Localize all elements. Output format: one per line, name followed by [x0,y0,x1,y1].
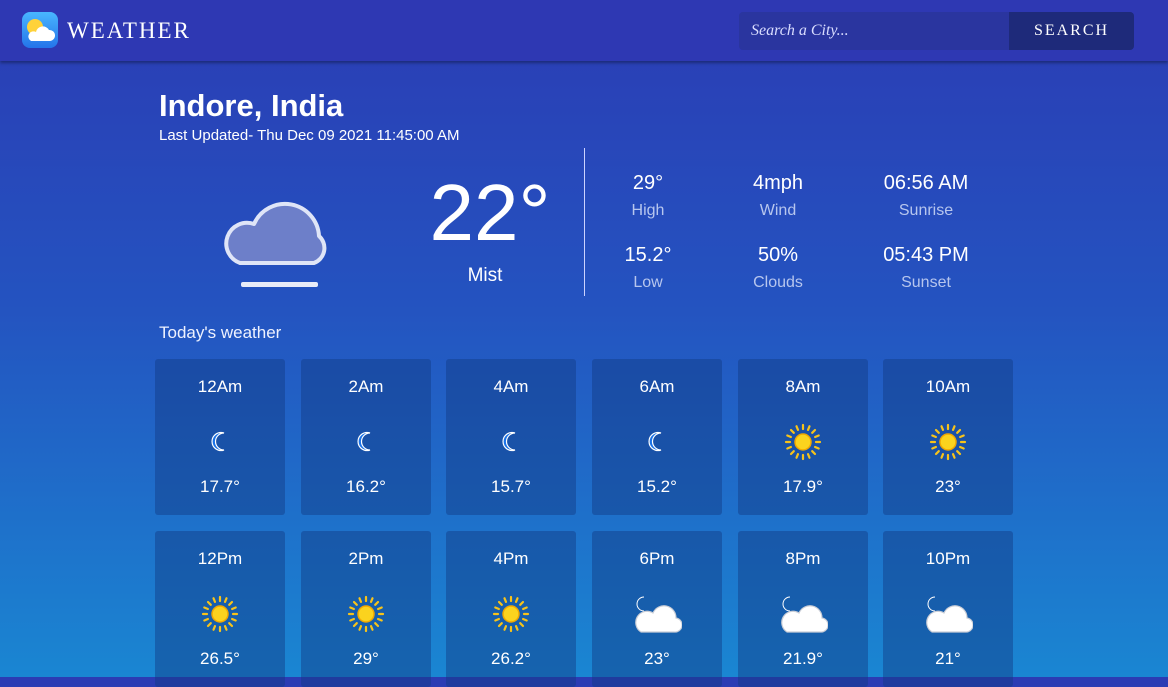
stat-sunset: 05:43 PM Sunset [846,244,1006,292]
sun-icon [486,595,536,633]
stat-label: Wind [759,202,797,219]
mist-cloud-icon [222,190,338,294]
current-temperature: 22° [429,168,551,257]
sun-icon [195,595,245,633]
hourly-time: 8Pm [785,549,821,568]
search-button[interactable]: SEARCH [1009,12,1134,50]
stat-value: 50% [757,244,799,266]
hourly-temp: 26.2° [491,649,531,668]
hourly-temp: 29° [353,649,379,668]
hourly-card: 6Am 15.2° [592,359,722,515]
hourly-time: 10Am [925,377,971,396]
stat-clouds: 50% Clouds [698,244,858,292]
hourly-card: 8Am 17.9° [738,359,868,515]
moon-icon [632,423,682,461]
moon-icon [195,423,245,461]
hourly-card: 4Pm 26.2° [446,531,576,687]
hourly-time: 12Am [197,377,243,396]
stat-label: Sunset [901,274,951,291]
hourly-card: 12Pm 26.5° [155,531,285,687]
hourly-temp: 26.5° [200,649,240,668]
hourly-time: 6Pm [639,549,675,568]
moon-icon [486,423,536,461]
hourly-time: 4Am [493,377,529,396]
hourly-card: 4Am 15.7° [446,359,576,515]
sun-icon [778,423,828,461]
hourly-temp: 23° [935,477,961,496]
hourly-section-title: Today's weather [159,323,282,342]
stat-value: 4mph [752,172,804,194]
moon-cloud-icon [778,595,829,633]
hourly-temp: 17.9° [783,477,823,496]
hourly-card: 8Pm 21.9° [738,531,868,687]
stat-sunrise: 06:56 AM Sunrise [846,172,1006,220]
stat-value: 06:56 AM [883,172,969,194]
hourly-time: 2Pm [348,549,384,568]
app-title: WEATHER [67,18,191,43]
hourly-card: 2Am 16.2° [301,359,431,515]
moon-cloud-icon [923,595,974,633]
stat-label: Sunrise [898,202,954,219]
hourly-temp: 21° [935,649,961,668]
hourly-card: 10Am 23° [883,359,1013,515]
moon-icon [341,423,391,461]
last-updated: Last Updated- Thu Dec 09 2021 11:45:00 A… [159,127,460,144]
weather-logo-icon [22,12,58,48]
hourly-temp: 15.2° [637,477,677,496]
hourly-temp: 23° [644,649,670,668]
hourly-time: 8Am [785,377,821,396]
hourly-temp: 17.7° [200,477,240,496]
stat-wind: 4mph Wind [698,172,858,220]
city-name: Indore, India [159,88,344,123]
hourly-card: 12Am 17.7° [155,359,285,515]
hourly-time: 12Pm [197,549,243,568]
hourly-time: 2Am [348,377,384,396]
hourly-card: 2Pm 29° [301,531,431,687]
sun-icon [923,423,973,461]
stat-value: 05:43 PM [883,244,969,266]
moon-cloud-icon [632,595,683,633]
current-condition: Mist [467,265,503,286]
hourly-time: 10Pm [925,549,971,568]
sun-icon [341,595,391,633]
hourly-card: 6Pm 23° [592,531,722,687]
hourly-time: 6Am [639,377,675,396]
hourly-temp: 16.2° [346,477,386,496]
stat-label: Clouds [753,274,803,291]
hourly-temp: 21.9° [783,649,823,668]
hourly-card: 10Pm 21° [883,531,1013,687]
hourly-time: 4Pm [493,549,529,568]
hourly-temp: 15.7° [491,477,531,496]
search-input[interactable] [739,12,1009,50]
